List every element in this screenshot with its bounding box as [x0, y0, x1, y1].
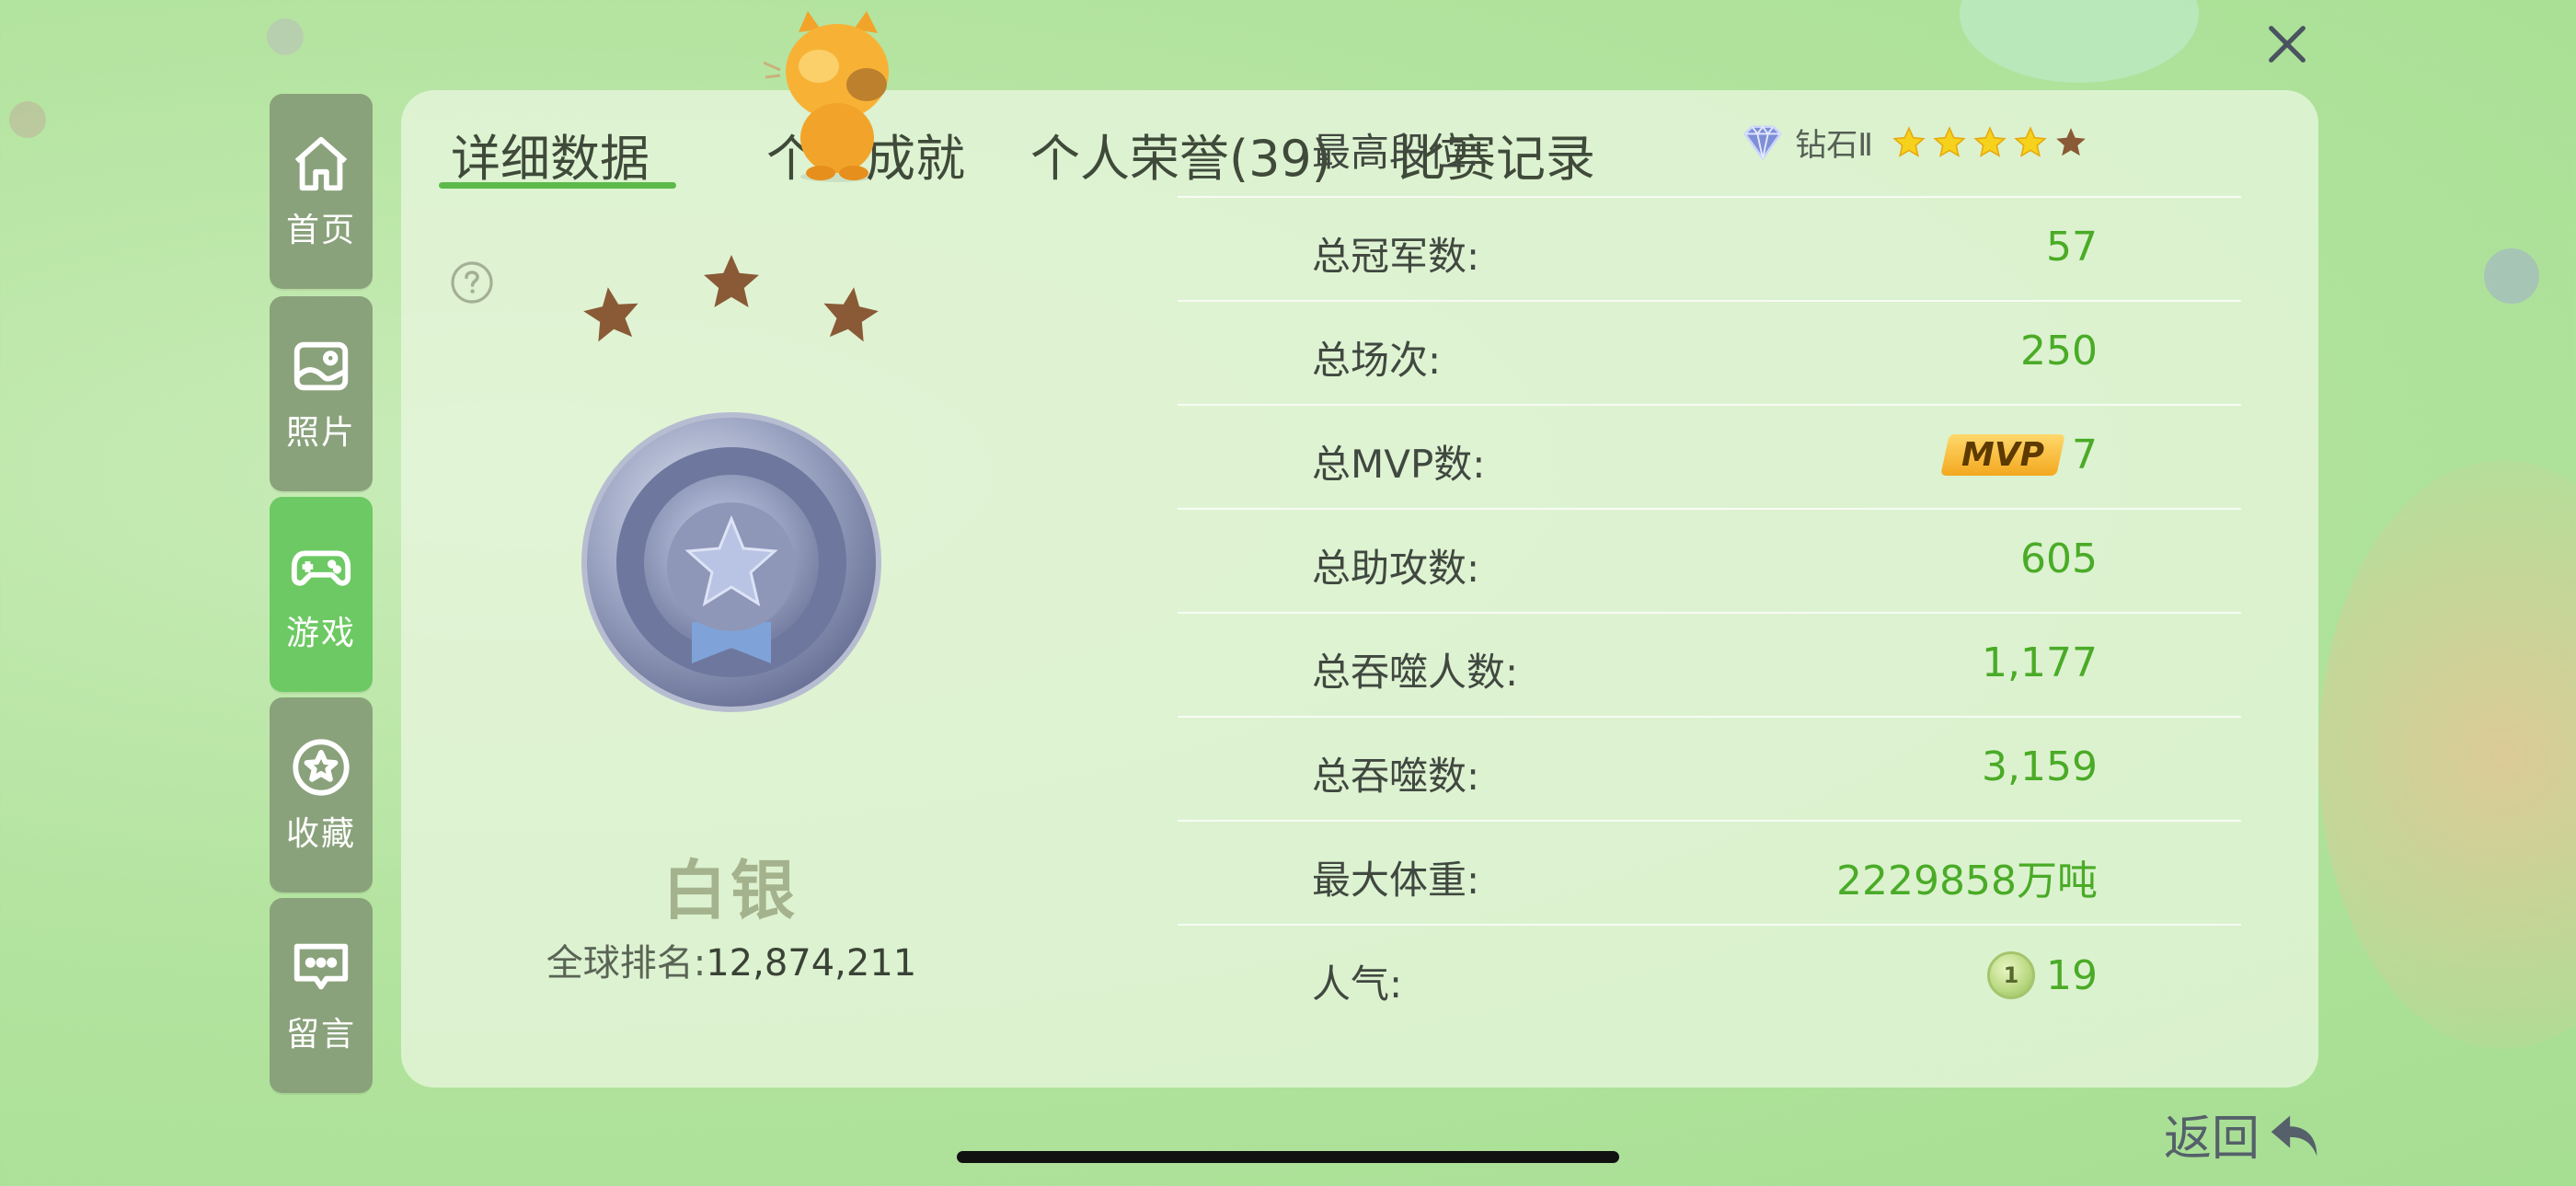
- gamepad-icon: [291, 550, 351, 586]
- popularity-count: 19: [2046, 951, 2098, 999]
- star-filled-icon: [1892, 125, 1926, 157]
- nav-item-messages[interactable]: 留言: [270, 898, 373, 1093]
- diamond-tier-icon: [1743, 124, 1782, 160]
- star-empty-icon: [2056, 127, 2086, 155]
- rank-title: 白银: [662, 853, 799, 928]
- star-filled-icon: [1973, 125, 2007, 157]
- nav-label: 收藏: [285, 815, 356, 853]
- stat-row-total-eaten: 总吞噬数: 3,159: [1178, 718, 2241, 822]
- global-rank: 全球排名:12,874,211: [538, 933, 925, 986]
- active-tab-indicator: [439, 182, 676, 189]
- stat-value: 57: [2046, 224, 2098, 271]
- bokeh-decoration: [1960, 0, 2199, 83]
- stat-row-popularity: 人气: 1 19: [1178, 926, 2241, 1030]
- tier-stars: [1892, 125, 2088, 160]
- stat-value: 605: [2020, 535, 2098, 582]
- nav-item-favorites[interactable]: 收藏: [270, 697, 373, 892]
- bokeh-decoration: [267, 18, 304, 55]
- stat-value: 250: [2020, 328, 2098, 374]
- stat-row-max-weight: 最大体重: 2229858万吨: [1178, 822, 2241, 926]
- stat-label: 总吞噬人数:: [1312, 650, 1519, 695]
- stat-row-matches: 总场次: 250: [1178, 302, 2241, 406]
- nav-item-photos[interactable]: 照片: [270, 296, 373, 491]
- back-arrow-icon: [2271, 1115, 2317, 1156]
- rank-star-icon: [704, 255, 759, 307]
- stat-row-championships: 总冠军数: 57: [1178, 198, 2241, 302]
- help-icon[interactable]: [450, 260, 494, 305]
- stat-label: 最大体重:: [1312, 858, 1480, 903]
- stat-row-assists: 总助攻数: 605: [1178, 510, 2241, 614]
- nav-item-home[interactable]: 首页: [270, 94, 373, 289]
- stat-label: 总MVP数:: [1312, 442, 1486, 487]
- global-rank-value: 12,874,211: [706, 942, 917, 984]
- stat-value: 钻石Ⅱ: [1742, 120, 2088, 165]
- popularity-coin-icon: 1: [1987, 951, 2035, 999]
- stat-label: 总冠军数:: [1312, 234, 1480, 279]
- nav-label: 首页: [285, 212, 356, 249]
- back-button[interactable]: 返回: [2164, 1100, 2328, 1169]
- star-filled-icon: [1933, 125, 1966, 157]
- nav-label: 留言: [285, 1016, 356, 1054]
- tab-detailed-data[interactable]: 详细数据: [451, 118, 650, 190]
- silver-rank-medal-icon: [581, 412, 881, 712]
- stat-value: 3,159: [1982, 743, 2098, 790]
- bokeh-decoration: [2484, 248, 2539, 304]
- star-bookmark-icon: [293, 739, 350, 796]
- stat-value: 1 19: [1987, 951, 2098, 999]
- home-indicator[interactable]: [957, 1151, 1619, 1163]
- message-icon: [293, 943, 349, 990]
- nav-label: 照片: [285, 414, 356, 452]
- bokeh-decoration: [2318, 460, 2576, 1049]
- star-filled-icon: [2014, 125, 2047, 157]
- back-label: 返回: [2164, 1111, 2260, 1167]
- stat-label: 最高段位:: [1312, 130, 1480, 175]
- stat-row-mvp: 总MVP数: MVP 7: [1178, 406, 2241, 510]
- stat-label: 总吞噬数:: [1312, 754, 1480, 799]
- close-icon[interactable]: [2263, 20, 2311, 68]
- bokeh-decoration: [9, 101, 46, 138]
- stat-row-players-eaten: 总吞噬人数: 1,177: [1178, 614, 2241, 718]
- stat-value: 2229858万吨: [1836, 858, 2098, 904]
- nav-item-games[interactable]: 游戏: [270, 497, 373, 692]
- stat-label: 总助攻数:: [1312, 546, 1480, 591]
- stat-row-highest-tier: 最高段位: 钻石Ⅱ: [1178, 94, 2241, 198]
- pet-mascot-icon[interactable]: [764, 9, 911, 184]
- rank-star-icon: [583, 287, 638, 342]
- photo-icon: [293, 341, 349, 391]
- nav-label: 游戏: [285, 615, 356, 652]
- highest-tier-name: 钻石Ⅱ: [1795, 127, 1873, 164]
- stat-label: 总场次:: [1312, 338, 1442, 383]
- mvp-badge: MVP: [1940, 434, 2065, 476]
- stat-value: MVP 7: [1940, 432, 2098, 478]
- mvp-count: 7: [2072, 432, 2098, 478]
- global-rank-label: 全球排名:: [546, 942, 707, 984]
- stat-label: 人气:: [1312, 961, 1403, 1007]
- home-icon: [294, 136, 348, 191]
- stat-value: 1,177: [1982, 639, 2098, 686]
- rank-star-icon: [823, 287, 879, 342]
